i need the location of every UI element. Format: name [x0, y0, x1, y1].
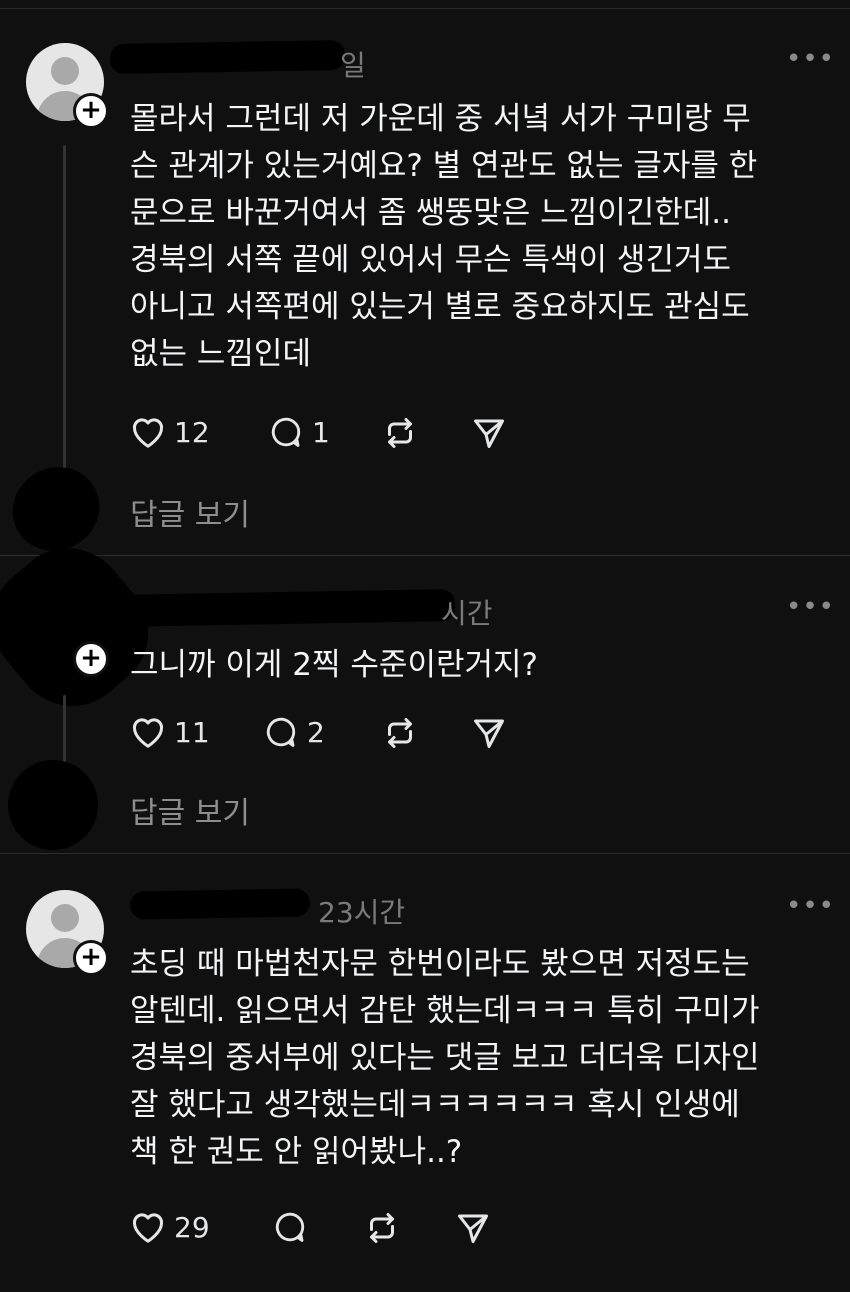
send-icon [474, 419, 504, 448]
like-count: 12 [174, 415, 210, 449]
like-count: 29 [174, 1210, 210, 1244]
heart-icon [132, 1213, 164, 1243]
heart-icon [132, 718, 164, 748]
post-text: 초딩 때 마법천자문 한번이라도 봤으면 저정도는 알텐데. 읽으면서 감탄 했… [130, 946, 760, 1170]
divider [0, 555, 850, 556]
divider [0, 853, 850, 854]
comment-count: 2 [307, 715, 325, 749]
view-replies-link[interactable]: 답글 보기 [130, 788, 250, 832]
thread-line [63, 145, 66, 475]
share-button[interactable] [471, 715, 507, 751]
timestamp: 시간 [441, 597, 493, 630]
timestamp: 23시간 [318, 896, 406, 929]
plus-icon[interactable]: + [73, 93, 109, 129]
more-icon[interactable]: ••• [786, 44, 835, 74]
timestamp: 일 [340, 49, 366, 82]
send-icon [458, 1214, 488, 1243]
share-button[interactable] [471, 415, 507, 451]
share-button[interactable] [455, 1210, 491, 1246]
comment-button[interactable]: 2 [263, 715, 325, 749]
heart-icon [132, 418, 164, 448]
username-redacted [129, 888, 311, 920]
comment-button[interactable]: 1 [268, 415, 330, 449]
comment-icon [266, 717, 296, 747]
post-text: 그니까 이게 2찍 수준이란거지? [130, 647, 538, 683]
like-button[interactable]: 11 [130, 715, 210, 749]
like-button[interactable]: 12 [130, 415, 210, 449]
plus-icon[interactable]: + [73, 940, 109, 976]
repost-button[interactable] [382, 415, 418, 451]
post-text: 몰라서 그런데 저 가운데 중 서녘 서가 구미랑 무 슨 관계가 있는거예요?… [130, 101, 758, 372]
plus-icon[interactable]: + [73, 641, 109, 677]
like-count: 11 [174, 715, 210, 749]
more-icon[interactable]: ••• [786, 592, 835, 622]
comment-button[interactable] [272, 1210, 308, 1244]
more-icon[interactable]: ••• [786, 891, 835, 921]
comment-icon [271, 417, 301, 447]
username-redacted [109, 588, 456, 628]
repost-button[interactable] [382, 715, 418, 751]
comment-icon [275, 1212, 305, 1242]
view-replies-link[interactable]: 답글 보기 [130, 490, 250, 534]
repost-icon [388, 718, 412, 748]
repost-icon [388, 418, 412, 448]
username-redacted [109, 39, 346, 75]
redaction-scribble [0, 742, 116, 868]
send-icon [474, 719, 504, 748]
top-divider [0, 8, 850, 9]
repost-button[interactable] [364, 1210, 400, 1246]
repost-icon [370, 1213, 394, 1243]
comment-count: 1 [312, 415, 330, 449]
like-button[interactable]: 29 [130, 1210, 210, 1244]
